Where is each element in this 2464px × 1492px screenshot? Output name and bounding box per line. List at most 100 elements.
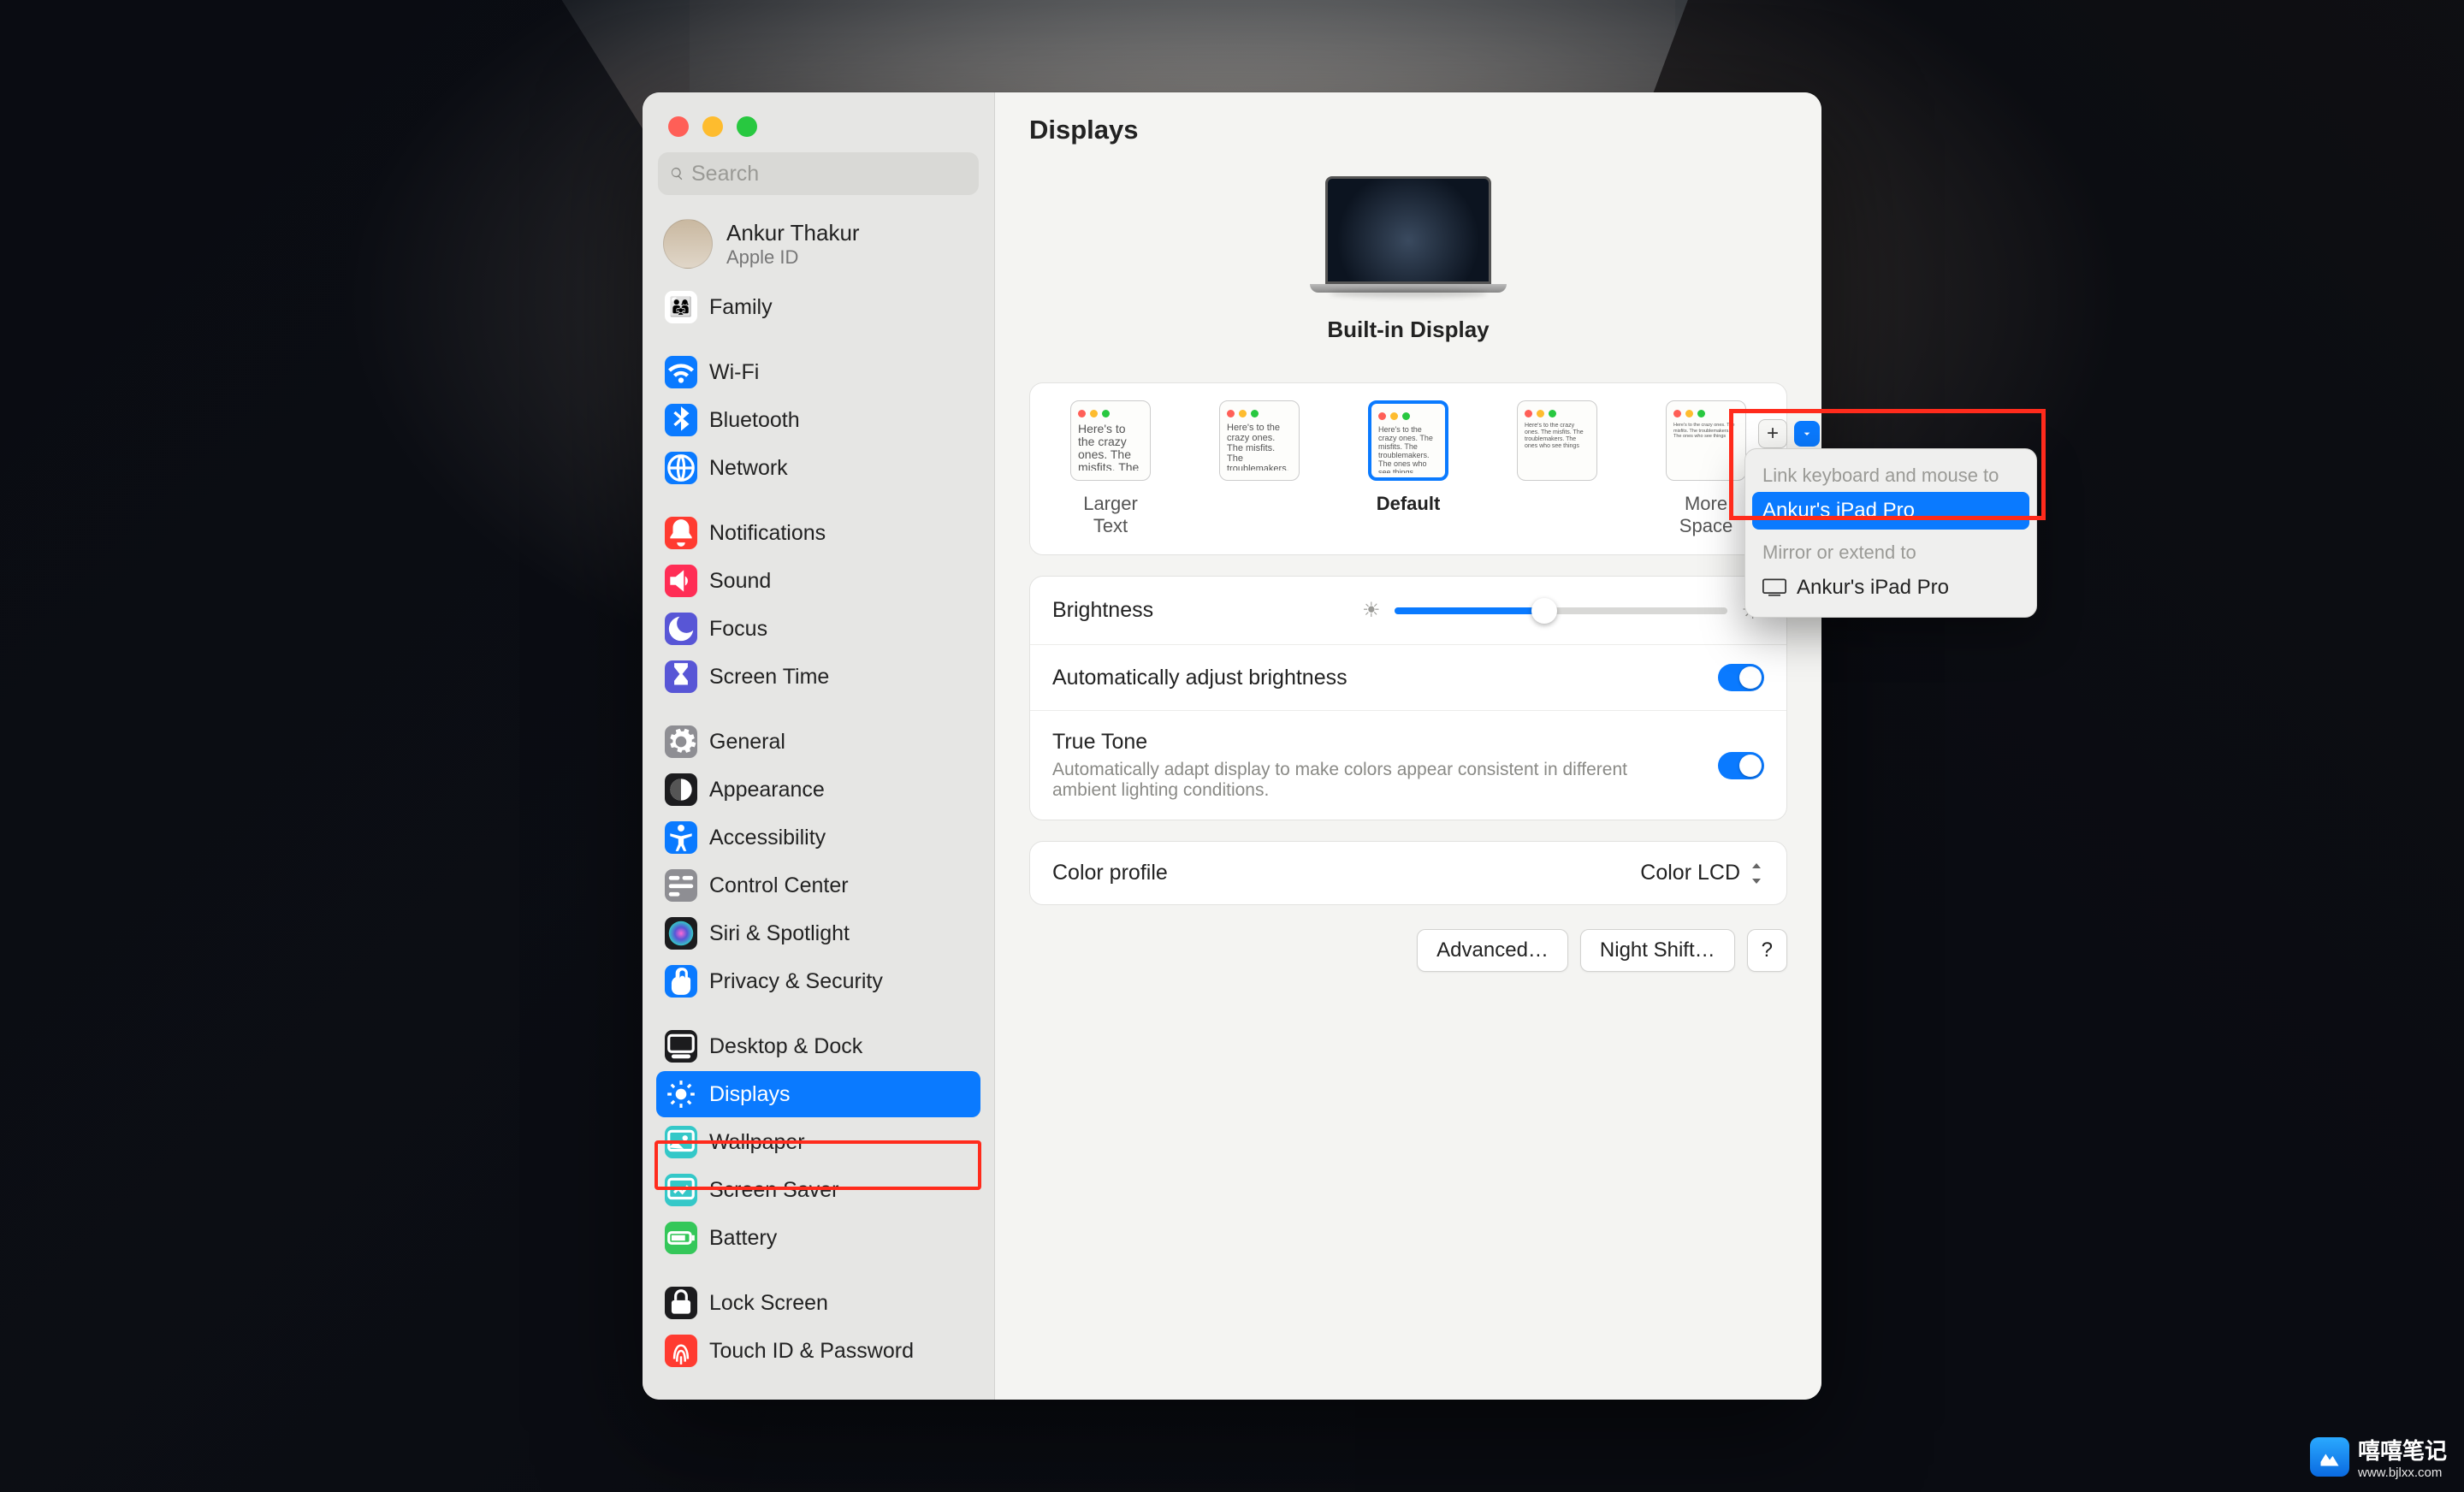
page-title: Displays: [1029, 115, 1787, 145]
avatar: [663, 219, 713, 269]
disp-icon: [665, 1078, 697, 1110]
popup-item-mirror-ipad[interactable]: Ankur's iPad Pro: [1752, 569, 2029, 607]
search-input[interactable]: [691, 162, 967, 186]
sidebar-item-label: Touch ID & Password: [709, 1339, 914, 1364]
moon-icon: [665, 613, 697, 645]
resolution-label: Larger Text: [1068, 493, 1153, 537]
sidebar-item-network[interactable]: Network: [656, 445, 980, 491]
auto-brightness-row: Automatically adjust brightness: [1030, 644, 1786, 710]
ss-icon: [665, 1174, 697, 1206]
resolution-option-3[interactable]: Here's to the crazy ones. The misfits. T…: [1514, 400, 1600, 537]
sidebar-item-label: Focus: [709, 617, 767, 642]
resolution-option-4[interactable]: Here's to the crazy ones. The misfits. T…: [1663, 400, 1749, 537]
night-shift-button[interactable]: Night Shift…: [1580, 929, 1735, 972]
advanced-button[interactable]: Advanced…: [1417, 929, 1568, 972]
resolution-option-2[interactable]: Here's to the crazy ones. The misfits. T…: [1365, 400, 1451, 537]
gear-icon: [665, 725, 697, 758]
color-profile-label: Color profile: [1052, 861, 1168, 885]
snd-icon: [665, 565, 697, 597]
resolution-thumb: Here's to the crazy ones. The misfits. T…: [1666, 400, 1746, 481]
maximize-icon[interactable]: [737, 116, 757, 137]
search-icon: [670, 163, 684, 184]
popup-item-link-ipad[interactable]: Ankur's iPad Pro: [1752, 492, 2029, 530]
sidebar-item-label: Notifications: [709, 521, 826, 546]
auto-brightness-toggle[interactable]: [1718, 664, 1764, 691]
bat-icon: [665, 1222, 697, 1254]
resolution-options: Here's to the crazy ones. The misfits. T…: [1030, 383, 1786, 554]
color-profile-row: Color profile Color LCD: [1030, 842, 1786, 904]
display-name: Built-in Display: [1029, 317, 1787, 343]
resolution-thumb: Here's to the crazy ones. The misfits. T…: [1219, 400, 1300, 481]
sidebar-item-label: General: [709, 730, 785, 755]
sidebar-item-general[interactable]: General: [656, 719, 980, 765]
resolution-thumb: Here's to the crazy ones. The misfits. T…: [1070, 400, 1151, 481]
sidebar-item-displays[interactable]: Displays: [656, 1071, 980, 1117]
system-settings-window: Ankur Thakur Apple ID 👨‍👩‍👧Family Wi-Fi Bl…: [643, 92, 1821, 1400]
sidebar-item-wi-fi[interactable]: Wi-Fi: [656, 349, 980, 395]
add-display-menu-button[interactable]: [1794, 421, 1820, 447]
help-button[interactable]: ?: [1747, 929, 1787, 972]
display-hero: Built-in Display: [1029, 176, 1787, 343]
sidebar-item-screen-time[interactable]: Screen Time: [656, 654, 980, 700]
true-tone-row: True Tone Automatically adapt display to…: [1030, 710, 1786, 820]
brightness-slider[interactable]: ☀︎ ☀︎: [1362, 595, 1764, 625]
close-icon[interactable]: [668, 116, 689, 137]
popup-item-label: Ankur's iPad Pro: [1797, 576, 1949, 600]
sidebar-item-siri-spotlight[interactable]: Siri & Spotlight: [656, 910, 980, 956]
color-profile-section: Color profile Color LCD: [1029, 841, 1787, 905]
sidebar-item-label: Siri & Spotlight: [709, 921, 850, 946]
add-display-controls: +: [1758, 419, 1820, 448]
sidebar-item-wallpaper[interactable]: Wallpaper: [656, 1119, 980, 1165]
slider-thumb[interactable]: [1531, 598, 1557, 624]
sidebar-item-battery[interactable]: Battery: [656, 1215, 980, 1261]
true-tone-sub: Automatically adapt display to make colo…: [1052, 760, 1668, 801]
resolution-thumb: Here's to the crazy ones. The misfits. T…: [1517, 400, 1597, 481]
resolution-thumb: Here's to the crazy ones. The misfits. T…: [1368, 400, 1448, 481]
window-controls: [643, 104, 994, 152]
resolution-label: More Space: [1663, 493, 1749, 537]
sidebar-item-label: Control Center: [709, 873, 849, 898]
wall-icon: [665, 1126, 697, 1158]
minimize-icon[interactable]: [702, 116, 723, 137]
sidebar-item-control-center[interactable]: Control Center: [656, 862, 980, 909]
popup-item-label: Ankur's iPad Pro: [1762, 499, 1915, 523]
true-tone-toggle[interactable]: [1718, 752, 1764, 779]
sidebar-item-appearance[interactable]: Appearance: [656, 767, 980, 813]
sidebar-item-touch-id-password[interactable]: Touch ID & Password: [656, 1328, 980, 1374]
auto-brightness-label: Automatically adjust brightness: [1052, 666, 1348, 690]
add-display-button[interactable]: +: [1758, 419, 1787, 448]
search-field[interactable]: [658, 152, 979, 195]
sidebar-item-label: Screen Saver: [709, 1178, 838, 1203]
sidebar-item-sound[interactable]: Sound: [656, 558, 980, 604]
sidebar-item-lock-screen[interactable]: Lock Screen: [656, 1280, 980, 1326]
sidebar: Ankur Thakur Apple ID 👨‍👩‍👧Family Wi-Fi Bl…: [643, 92, 995, 1400]
resolution-option-1[interactable]: Here's to the crazy ones. The misfits. T…: [1217, 400, 1302, 537]
sidebar-list: 👨‍👩‍👧Family Wi-Fi Bluetooth Network Notifica…: [643, 284, 994, 1376]
sidebar-item-label: Sound: [709, 569, 771, 594]
sidebar-item-screen-saver[interactable]: Screen Saver: [656, 1167, 980, 1213]
wifi-icon: [665, 356, 697, 388]
sidebar-item-desktop-dock[interactable]: Desktop & Dock: [656, 1023, 980, 1069]
account-sub: Apple ID: [726, 246, 860, 269]
sidebar-item-label: Battery: [709, 1226, 777, 1251]
hour-icon: [665, 660, 697, 693]
sidebar-item-accessibility[interactable]: Accessibility: [656, 814, 980, 861]
sidebar-item-privacy-security[interactable]: Privacy & Security: [656, 958, 980, 1004]
sidebar-item-family[interactable]: 👨‍👩‍👧Family: [656, 284, 980, 330]
account-row[interactable]: Ankur Thakur Apple ID: [643, 210, 994, 284]
sun-small-icon: ☀︎: [1362, 598, 1381, 623]
footer-buttons: Advanced… Night Shift… ?: [1029, 929, 1787, 972]
sidebar-item-bluetooth[interactable]: Bluetooth: [656, 397, 980, 443]
sidebar-item-notifications[interactable]: Notifications: [656, 510, 980, 556]
add-display-popup: Link keyboard and mouse to Ankur's iPad …: [1744, 448, 2037, 618]
updown-icon: [1749, 863, 1764, 884]
siri-icon: [665, 917, 697, 950]
sidebar-item-label: Bluetooth: [709, 408, 800, 433]
laptop-icon: [1310, 176, 1507, 301]
display-icon: [1762, 578, 1786, 597]
watermark-sub: www.bjlxx.com: [2358, 1465, 2447, 1480]
resolution-section: Here's to the crazy ones. The misfits. T…: [1029, 382, 1787, 555]
color-profile-select[interactable]: Color LCD: [1640, 861, 1764, 885]
sidebar-item-focus[interactable]: Focus: [656, 606, 980, 652]
resolution-option-0[interactable]: Here's to the crazy ones. The misfits. T…: [1068, 400, 1153, 537]
